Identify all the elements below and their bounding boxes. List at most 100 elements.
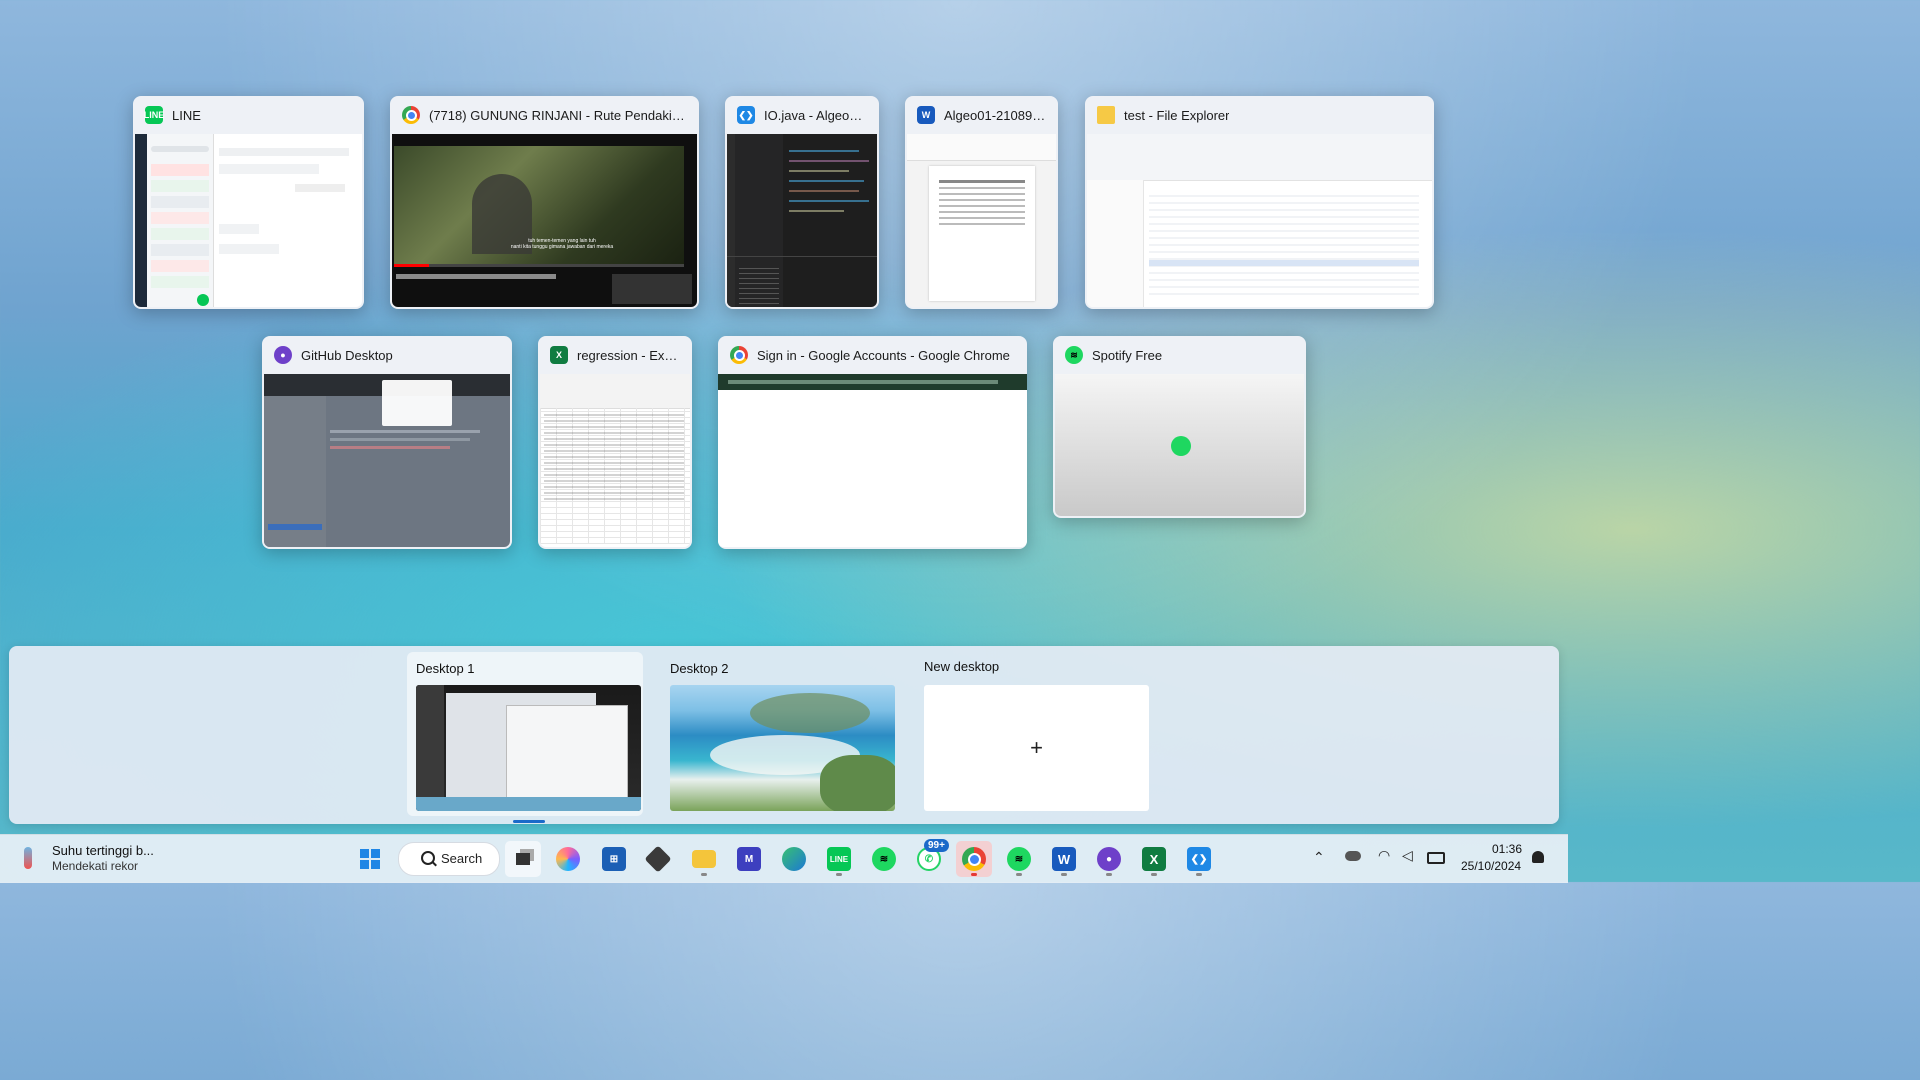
github-icon: ● <box>274 346 292 364</box>
window-header: ≋ Spotify Free <box>1053 336 1306 374</box>
app-icon: M <box>737 847 761 871</box>
thermometer-icon <box>24 847 32 869</box>
taskbar: Suhu tertinggi b... Mendekati rekor Sear… <box>0 834 1568 883</box>
cube-icon <box>644 845 672 873</box>
window-title: test - File Explorer <box>1124 107 1230 123</box>
taskbar-line[interactable]: LINE <box>821 841 857 877</box>
windows-logo-icon <box>360 849 380 869</box>
video-caption: tuh temen-temen yang lain tuh nanti kita… <box>510 238 614 250</box>
new-desktop[interactable]: New desktop + <box>915 652 1151 816</box>
folder-icon <box>1097 106 1115 124</box>
youtube-preview: tuh temen-temen yang lain tuh nanti kita… <box>392 134 697 307</box>
window-line[interactable]: LINE LINE <box>133 96 364 309</box>
microsoft-store-icon: ⊞ <box>602 847 626 871</box>
window-title: Algeo01-21089 (1)... <box>944 107 1046 123</box>
taskbar-vscode[interactable]: ❮❯ <box>1181 841 1217 877</box>
onedrive-icon[interactable] <box>1345 851 1361 861</box>
window-chrome-youtube[interactable]: (7718) GUNUNG RINJANI - Rute Pendakian F… <box>390 96 699 309</box>
search-label: Search <box>441 851 483 866</box>
word-icon: W <box>917 106 935 124</box>
task-view-button[interactable] <box>505 841 541 877</box>
taskbar-excel[interactable]: X <box>1136 841 1172 877</box>
taskbar-store[interactable]: ⊞ <box>596 841 632 877</box>
taskbar-app[interactable]: M <box>731 841 767 877</box>
notification-badge: 99+ <box>924 839 949 852</box>
desktop-2[interactable]: Desktop 2 <box>661 652 897 816</box>
task-view-icon <box>516 853 530 865</box>
taskbar-copilot[interactable] <box>550 841 586 877</box>
window-excel[interactable]: X regression - Excel <box>538 336 692 549</box>
chevron-up-icon[interactable]: ⌃ <box>1313 849 1325 866</box>
spotify-preview <box>1055 374 1304 516</box>
clock-time[interactable]: 01:36 <box>1492 842 1522 856</box>
window-chrome-signin[interactable]: Sign in - Google Accounts - Google Chrom… <box>718 336 1027 549</box>
signin-preview <box>718 374 1027 547</box>
window-word[interactable]: W Algeo01-21089 (1)... <box>905 96 1058 309</box>
excel-icon: X <box>550 346 568 364</box>
word-preview <box>907 134 1056 307</box>
edge-icon <box>782 847 806 871</box>
line-icon: LINE <box>144 106 164 124</box>
taskbar-word[interactable]: W <box>1046 841 1082 877</box>
desktop-2-thumbnail <box>670 685 895 811</box>
window-header: ● GitHub Desktop <box>262 336 512 374</box>
taskbar-chrome[interactable] <box>956 841 992 877</box>
window-header: ❮❯ IO.java - Algeo24... <box>725 96 879 134</box>
search-box[interactable]: Search <box>398 842 500 876</box>
plus-icon: + <box>1030 735 1043 760</box>
weather-widget[interactable]: Suhu tertinggi b... Mendekati rekor <box>18 841 188 877</box>
taskbar-unity[interactable] <box>640 841 676 877</box>
taskbar-spotify-2[interactable]: ≋ <box>1001 841 1037 877</box>
clock-date[interactable]: 25/10/2024 <box>1461 859 1521 873</box>
weather-title: Suhu tertinggi b... <box>52 843 154 858</box>
taskbar-spotify[interactable]: ≋ <box>866 841 902 877</box>
window-title: GitHub Desktop <box>301 347 393 363</box>
taskbar-edge[interactable] <box>776 841 812 877</box>
window-header: Sign in - Google Accounts - Google Chrom… <box>718 336 1027 374</box>
taskbar-whatsapp[interactable]: ✆ 99+ <box>911 839 949 877</box>
taskbar-github-desktop[interactable]: ● <box>1091 841 1127 877</box>
window-header: test - File Explorer <box>1085 96 1434 134</box>
vscode-icon: ❮❯ <box>1187 847 1211 871</box>
excel-preview <box>540 374 690 547</box>
new-desktop-button[interactable]: + <box>924 685 1149 811</box>
vscode-icon: ❮❯ <box>737 106 755 124</box>
window-title: Spotify Free <box>1092 347 1163 363</box>
start-button[interactable] <box>352 841 388 877</box>
window-title: (7718) GUNUNG RINJANI - Rute Pendakian F… <box>429 107 687 123</box>
desktop-1-thumbnail <box>416 685 641 811</box>
taskbar-file-explorer[interactable] <box>686 841 722 877</box>
chrome-icon <box>962 847 986 871</box>
desktop-1[interactable]: Desktop 1 <box>407 652 643 823</box>
window-title: Sign in - Google Accounts - Google Chrom… <box>757 347 1010 363</box>
chrome-icon <box>730 346 748 364</box>
desktop-label: Desktop 1 <box>416 661 475 676</box>
window-spotify[interactable]: ≋ Spotify Free <box>1053 336 1306 518</box>
current-desktop-indicator <box>513 820 545 823</box>
virtual-desktops-strip: Desktop 1 Desktop 2 New desktop + <box>9 646 1559 824</box>
window-file-explorer[interactable]: test - File Explorer <box>1085 96 1434 309</box>
window-vscode[interactable]: ❮❯ IO.java - Algeo24... <box>725 96 879 309</box>
window-header: (7718) GUNUNG RINJANI - Rute Pendakian F… <box>390 96 699 134</box>
folder-icon <box>692 850 716 868</box>
github-icon: ● <box>1097 847 1121 871</box>
line-icon: LINE <box>827 847 851 871</box>
weather-subtitle: Mendekati rekor <box>52 859 139 873</box>
explorer-preview <box>1087 134 1432 307</box>
volume-icon[interactable]: ◁ <box>1402 847 1413 864</box>
line-preview <box>135 134 362 307</box>
word-icon: W <box>1052 847 1076 871</box>
window-title: IO.java - Algeo24... <box>764 107 867 123</box>
window-title: LINE <box>172 107 201 123</box>
excel-icon: X <box>1142 847 1166 871</box>
notification-bell-icon[interactable] <box>1532 851 1544 863</box>
window-header: X regression - Excel <box>538 336 692 374</box>
desktop-label: Desktop 2 <box>670 661 729 676</box>
window-github-desktop[interactable]: ● GitHub Desktop <box>262 336 512 549</box>
github-preview <box>264 374 510 547</box>
battery-icon[interactable] <box>1427 852 1445 864</box>
copilot-icon <box>556 847 580 871</box>
wifi-icon[interactable]: ◠ <box>1378 847 1390 864</box>
spotify-icon: ≋ <box>872 847 896 871</box>
desktop-label: New desktop <box>924 659 1000 674</box>
